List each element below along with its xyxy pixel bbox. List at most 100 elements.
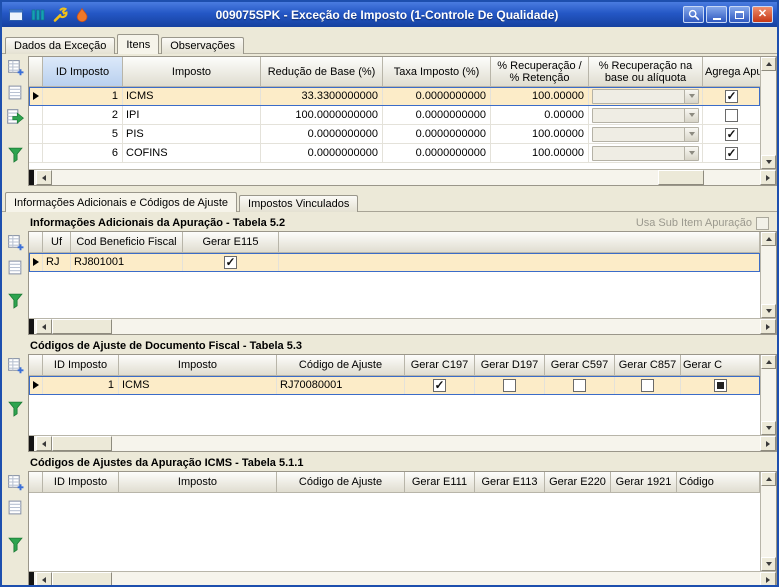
col-header-gerar-c597[interactable]: Gerar C597 — [545, 355, 615, 376]
cell-taxa-imposto[interactable]: 0.0000000000 — [383, 87, 491, 106]
filter-funnel-button[interactable] — [6, 535, 24, 553]
add-row-button[interactable] — [6, 356, 24, 374]
filter-funnel-button[interactable] — [6, 145, 24, 163]
scroll-down-button[interactable] — [761, 557, 776, 571]
chevron-down-icon[interactable] — [684, 128, 698, 141]
col-header-gerar-e111[interactable]: Gerar E111 — [405, 472, 475, 493]
recuperacao-base-dropdown[interactable] — [592, 127, 699, 142]
wrench-icon[interactable] — [50, 5, 69, 24]
col-header-gerar-d197[interactable]: Gerar D197 — [475, 355, 545, 376]
cell-imposto[interactable]: ICMS — [123, 87, 261, 106]
scroll-down-button[interactable] — [761, 421, 776, 435]
scroll-down-button[interactable] — [761, 155, 776, 169]
recuperacao-base-dropdown[interactable] — [592, 89, 699, 104]
scroll-right-button[interactable] — [760, 319, 776, 334]
table-row[interactable]: 1 ICMS RJ70080001 — [29, 376, 760, 395]
table-row[interactable]: 2 IPI 100.0000000000 0.0000000000 0.0000… — [29, 106, 760, 125]
cell-reducao-base[interactable]: 33.3300000000 — [261, 87, 383, 106]
recuperacao-base-dropdown[interactable] — [592, 146, 699, 161]
horizontal-scrollbar[interactable] — [29, 169, 776, 185]
cell-imposto[interactable]: IPI — [123, 106, 261, 125]
add-row-button[interactable] — [6, 233, 24, 251]
usa-sub-item-checkbox[interactable] — [756, 217, 769, 230]
col-header-recuperacao-retencao[interactable]: % Recuperação / % Retenção — [491, 57, 589, 87]
cell-taxa-imposto[interactable]: 0.0000000000 — [383, 106, 491, 125]
scroll-thumb[interactable] — [52, 319, 112, 334]
cell-recuperacao[interactable]: 100.00000 — [491, 125, 589, 144]
col-header-agrega[interactable]: Agrega Apu — [703, 57, 760, 87]
magnifier-button[interactable] — [683, 6, 704, 23]
scroll-track[interactable] — [52, 319, 760, 334]
col-header-imposto[interactable]: Imposto — [123, 57, 261, 87]
chevron-down-icon[interactable] — [684, 147, 698, 160]
scroll-down-button[interactable] — [761, 304, 776, 318]
col-header-gerar-c[interactable]: Gerar C — [681, 355, 760, 376]
tab-itens[interactable]: Itens — [117, 34, 159, 54]
scroll-thumb[interactable] — [52, 436, 112, 451]
vertical-scrollbar[interactable] — [760, 57, 776, 169]
scroll-left-button[interactable] — [36, 436, 52, 451]
filter-funnel-button[interactable] — [6, 291, 24, 309]
gerar-c-checkbox[interactable] — [714, 379, 727, 392]
col-header-reducao-base[interactable]: Redução de Base (%) — [261, 57, 383, 87]
maximize-button[interactable] — [729, 6, 750, 23]
scroll-thumb[interactable] — [658, 170, 704, 185]
scroll-up-button[interactable] — [761, 472, 776, 486]
col-header-gerar-e220[interactable]: Gerar E220 — [545, 472, 611, 493]
scroll-left-button[interactable] — [36, 572, 52, 587]
add-row-button[interactable] — [6, 58, 24, 76]
col-header-cod-beneficio[interactable]: Cod Beneficio Fiscal — [71, 232, 183, 253]
col-header-uf[interactable]: Uf — [43, 232, 71, 253]
scroll-right-button[interactable] — [760, 572, 776, 587]
cell-recuperacao[interactable]: 100.00000 — [491, 144, 589, 163]
cell-recuperacao[interactable]: 100.00000 — [491, 87, 589, 106]
table-row[interactable]: 5 PIS 0.0000000000 0.0000000000 100.0000… — [29, 125, 760, 144]
tab-dados-da-excecao[interactable]: Dados da Exceção — [5, 37, 115, 54]
col-header-codigo-ajuste[interactable]: Código de Ajuste — [277, 472, 405, 493]
gerar-c857-checkbox[interactable] — [641, 379, 654, 392]
vertical-scrollbar[interactable] — [760, 232, 776, 318]
col-header-gerar-1921[interactable]: Gerar 1921 — [611, 472, 677, 493]
col-header-gerar-c197[interactable]: Gerar C197 — [405, 355, 475, 376]
cell-reducao-base[interactable]: 0.0000000000 — [261, 144, 383, 163]
table-row[interactable]: 1 ICMS 33.3300000000 0.0000000000 100.00… — [29, 87, 760, 106]
tab-informacoes-adicionais[interactable]: Informações Adicionais e Códigos de Ajus… — [5, 192, 237, 212]
chevron-down-icon[interactable] — [684, 90, 698, 103]
grid-button[interactable] — [6, 498, 24, 516]
cell-recuperacao[interactable]: 0.00000 — [491, 106, 589, 125]
cell-id-imposto[interactable]: 2 — [43, 106, 123, 125]
table-icon[interactable] — [6, 5, 25, 24]
col-header-recuperacao-base-aliquota[interactable]: % Recuperação na base ou alíquota — [589, 57, 703, 87]
gerar-e115-checkbox[interactable] — [224, 256, 237, 269]
col-header-id-imposto[interactable]: ID Imposto — [43, 472, 119, 493]
agrega-checkbox[interactable] — [725, 128, 738, 141]
scroll-track[interactable] — [52, 170, 760, 185]
scroll-up-button[interactable] — [761, 232, 776, 246]
cell-imposto[interactable]: PIS — [123, 125, 261, 144]
scroll-track[interactable] — [761, 71, 776, 155]
scroll-right-button[interactable] — [760, 436, 776, 451]
cell-taxa-imposto[interactable]: 0.0000000000 — [383, 144, 491, 163]
vertical-scrollbar[interactable] — [760, 472, 776, 571]
gerar-c597-checkbox[interactable] — [573, 379, 586, 392]
col-header-codigo-ajuste[interactable]: Código de Ajuste — [277, 355, 405, 376]
col-header-id-imposto[interactable]: ID Imposto — [43, 355, 119, 376]
flame-icon[interactable] — [72, 5, 91, 24]
horizontal-scrollbar[interactable] — [29, 435, 776, 451]
tab-impostos-vinculados[interactable]: Impostos Vinculados — [239, 195, 358, 212]
grid-button[interactable] — [6, 83, 24, 101]
cell-id-imposto[interactable]: 1 — [43, 87, 123, 106]
export-button[interactable] — [6, 108, 24, 126]
scroll-left-button[interactable] — [36, 170, 52, 185]
cell-id-imposto[interactable]: 6 — [43, 144, 123, 163]
scroll-up-button[interactable] — [761, 355, 776, 369]
gerar-c197-checkbox[interactable] — [433, 379, 446, 392]
recuperacao-base-dropdown[interactable] — [592, 108, 699, 123]
grid-button[interactable] — [6, 258, 24, 276]
vertical-scrollbar[interactable] — [760, 355, 776, 435]
scroll-right-button[interactable] — [760, 170, 776, 185]
agrega-checkbox[interactable] — [725, 147, 738, 160]
cell-taxa-imposto[interactable]: 0.0000000000 — [383, 125, 491, 144]
chevron-down-icon[interactable] — [684, 109, 698, 122]
cell-reducao-base[interactable]: 100.0000000000 — [261, 106, 383, 125]
